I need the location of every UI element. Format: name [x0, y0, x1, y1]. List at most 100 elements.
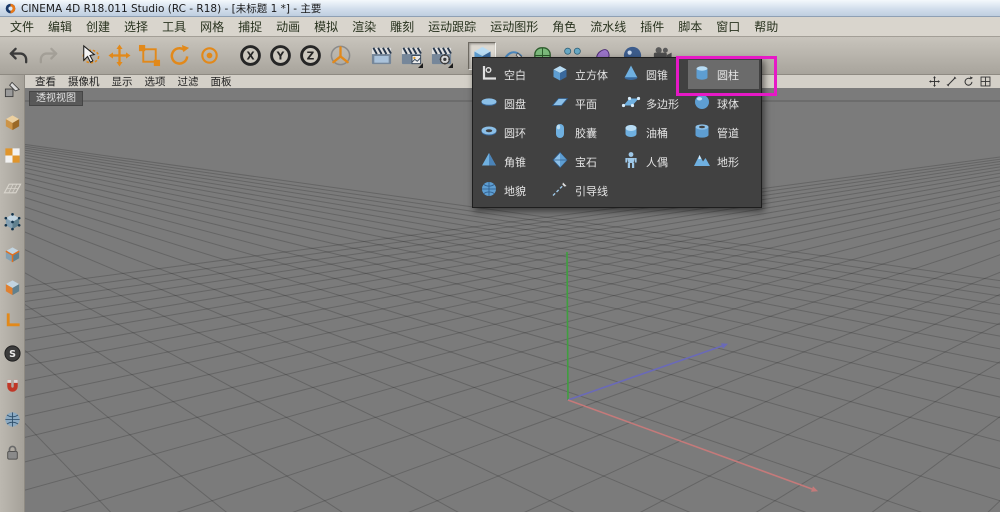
- last-tool-button[interactable]: [195, 42, 223, 70]
- quantize-button[interactable]: [2, 409, 22, 429]
- scale-icon: [138, 44, 161, 67]
- window-title: CINEMA 4D R18.011 Studio (RC - R18) - [未…: [21, 1, 321, 16]
- menu-window[interactable]: 窗口: [709, 17, 747, 36]
- menu-select[interactable]: 选择: [117, 17, 155, 36]
- menu-mograph[interactable]: 运动图形: [483, 17, 545, 36]
- menu-file[interactable]: 文件: [3, 17, 41, 36]
- primitive-cylinder[interactable]: 圆柱: [688, 60, 759, 89]
- solo-mode-button[interactable]: S: [2, 343, 22, 363]
- rotate-tool-button[interactable]: [165, 42, 193, 70]
- primitive-cube[interactable]: 立方体: [546, 60, 617, 89]
- texture-mode-button[interactable]: [2, 145, 22, 165]
- menu-motion-tracker[interactable]: 运动跟踪: [421, 17, 483, 36]
- primitive-null[interactable]: 空白: [475, 60, 546, 89]
- rotate-view-button[interactable]: [962, 76, 975, 88]
- primitive-disc[interactable]: 圆盘: [475, 89, 546, 118]
- render-view-icon: [370, 44, 393, 67]
- viewport-menu-cameras[interactable]: 摄像机: [62, 74, 106, 89]
- title-bar: CINEMA 4D R18.011 Studio (RC - R18) - [未…: [0, 0, 1000, 17]
- move-tool-button[interactable]: [105, 42, 133, 70]
- menu-create[interactable]: 创建: [79, 17, 117, 36]
- disc-icon: [479, 92, 499, 115]
- menu-sculpt[interactable]: 雕刻: [383, 17, 421, 36]
- workplane-mode-button[interactable]: [2, 178, 22, 198]
- primitive-polygon[interactable]: 多边形: [617, 89, 688, 118]
- axis-mode-button[interactable]: [2, 310, 22, 330]
- svg-text:Y: Y: [275, 50, 284, 62]
- viewport-menu-display[interactable]: 显示: [106, 74, 139, 89]
- toggle-view-button[interactable]: [979, 76, 992, 88]
- menu-tools[interactable]: 工具: [155, 17, 193, 36]
- polygon-icon: [621, 92, 641, 115]
- polygons-mode-button[interactable]: [2, 277, 22, 297]
- menu-script[interactable]: 脚本: [671, 17, 709, 36]
- cinema4d-window: CINEMA 4D R18.011 Studio (RC - R18) - [未…: [0, 0, 1000, 512]
- viewport-menu-options[interactable]: 选项: [139, 74, 172, 89]
- make-editable-button[interactable]: [2, 79, 22, 99]
- landscape-icon: [692, 150, 712, 173]
- primitive-platonic[interactable]: 宝石: [546, 147, 617, 176]
- snap-button[interactable]: [2, 376, 22, 396]
- primitive-sphere[interactable]: 球体: [688, 89, 759, 118]
- lock-y-button[interactable]: Y: [266, 42, 294, 70]
- redo-button[interactable]: [34, 42, 62, 70]
- make-editable-icon: [3, 80, 22, 99]
- primitive-plane[interactable]: 平面: [546, 89, 617, 118]
- primitive-cone[interactable]: 圆锥: [617, 60, 688, 89]
- menu-render[interactable]: 渲染: [345, 17, 383, 36]
- scale-tool-button[interactable]: [135, 42, 163, 70]
- primitive-tube[interactable]: 管道: [688, 118, 759, 147]
- lock-x-button[interactable]: X: [236, 42, 264, 70]
- viewport-menu-view[interactable]: 查看: [29, 74, 62, 89]
- lock-z-button[interactable]: Z: [296, 42, 324, 70]
- gem-icon: [550, 150, 570, 173]
- figure-icon: [621, 150, 641, 173]
- undo-icon: [7, 44, 30, 67]
- menu-edit[interactable]: 编辑: [41, 17, 79, 36]
- render-picture-viewer-button[interactable]: [397, 42, 425, 70]
- points-mode-button[interactable]: [2, 211, 22, 231]
- coordinate-system-button[interactable]: [326, 42, 354, 70]
- lock-button[interactable]: [2, 442, 22, 462]
- primitive-torus[interactable]: 圆环: [475, 118, 546, 147]
- primitive-relief[interactable]: 地貌: [475, 176, 546, 205]
- menu-bar: 文件编辑创建选择工具网格捕捉动画模拟渲染雕刻运动跟踪运动图形角色流水线插件脚本窗…: [0, 17, 1000, 37]
- primitive-capsule[interactable]: 胶囊: [546, 118, 617, 147]
- viewport-menu-panel[interactable]: 面板: [205, 74, 238, 89]
- menu-animate[interactable]: 动画: [269, 17, 307, 36]
- render-picture-icon: [400, 44, 423, 67]
- menu-simulate[interactable]: 模拟: [307, 17, 345, 36]
- pan-view-button[interactable]: [928, 76, 941, 88]
- zoom-view-button[interactable]: [945, 76, 958, 88]
- primitive-landscape[interactable]: 地形: [688, 147, 759, 176]
- workplane-icon: [3, 179, 22, 198]
- oiltank-icon: [621, 121, 641, 144]
- render-settings-button[interactable]: [427, 42, 455, 70]
- coordinate-system-icon: [329, 44, 352, 67]
- menu-snap[interactable]: 捕捉: [231, 17, 269, 36]
- edges-mode-button[interactable]: [2, 244, 22, 264]
- cylinder-icon: [692, 63, 712, 86]
- points-mode-icon: [3, 212, 22, 231]
- menu-plugins[interactable]: 插件: [633, 17, 671, 36]
- primitive-pyramid[interactable]: 角锥: [475, 147, 546, 176]
- x-lock-icon: X: [239, 44, 262, 67]
- primitive-oil-tank[interactable]: 油桶: [617, 118, 688, 147]
- y-lock-icon: Y: [269, 44, 292, 67]
- primitive-figure[interactable]: 人偶: [617, 147, 688, 176]
- primitive-guide[interactable]: 引导线: [546, 176, 617, 205]
- menu-mesh[interactable]: 网格: [193, 17, 231, 36]
- menu-pipeline[interactable]: 流水线: [583, 17, 633, 36]
- view-controls: [928, 76, 996, 88]
- menu-character[interactable]: 角色: [545, 17, 583, 36]
- tube-icon: [692, 121, 712, 144]
- move-icon: [108, 44, 131, 67]
- cube-icon: [550, 63, 570, 86]
- rotate-view-icon: [963, 76, 974, 87]
- menu-help[interactable]: 帮助: [747, 17, 785, 36]
- render-view-button[interactable]: [367, 42, 395, 70]
- live-selection-button[interactable]: [75, 42, 103, 70]
- undo-button[interactable]: [4, 42, 32, 70]
- viewport-menu-filter[interactable]: 过滤: [172, 74, 205, 89]
- model-mode-button[interactable]: [2, 112, 22, 132]
